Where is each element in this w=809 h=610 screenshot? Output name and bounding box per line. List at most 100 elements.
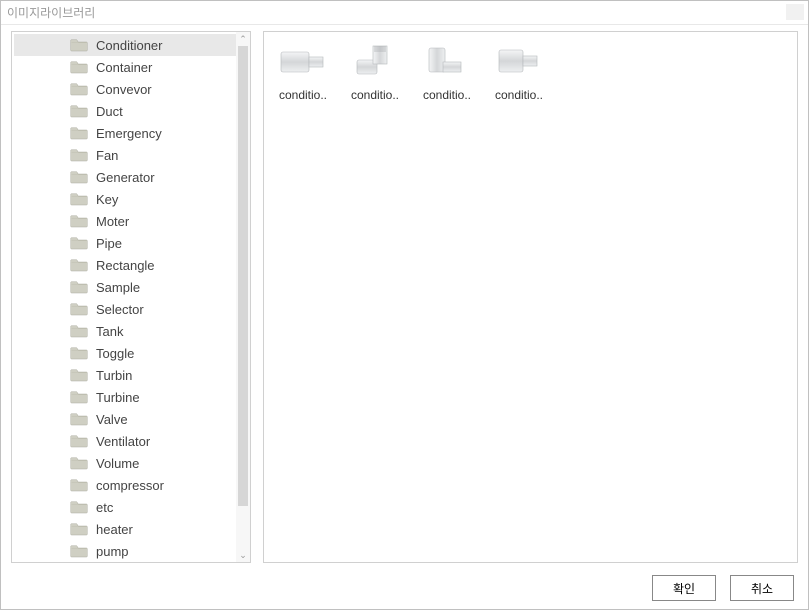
cancel-button[interactable]: 취소 [730, 575, 794, 601]
tree-item[interactable]: Selector [14, 298, 236, 320]
tree-item-label: Ventilator [96, 434, 150, 449]
folder-icon [70, 280, 88, 294]
scroll-up-arrow-icon[interactable]: ⌃ [236, 32, 250, 46]
tree-item-label: Moter [96, 214, 129, 229]
tree-item-label: Conditioner [96, 38, 163, 53]
tree-item[interactable]: Ventilator [14, 430, 236, 452]
tree-item[interactable]: Moter [14, 210, 236, 232]
tree-item-label: Container [96, 60, 152, 75]
tree-item[interactable]: Toggle [14, 342, 236, 364]
folder-icon [70, 192, 88, 206]
tree-item-label: etc [96, 500, 113, 515]
thumbnail-item[interactable]: conditio.. [272, 42, 334, 102]
tree-item[interactable]: Conditioner [14, 34, 236, 56]
tree-item[interactable]: Key [14, 188, 236, 210]
folder-icon [70, 500, 88, 514]
thumbnail-item[interactable]: conditio.. [344, 42, 406, 102]
tree-item-label: Emergency [96, 126, 162, 141]
thumbnail-list: conditio.. conditio.. conditio.. conditio.. [272, 42, 789, 102]
folder-tree-list: Conditioner Container Convevor Duct Emergenc… [14, 34, 236, 560]
tree-item[interactable]: Rectangle [14, 254, 236, 276]
thumbnail-label: conditio.. [488, 88, 550, 102]
folder-icon [70, 544, 88, 558]
tree-item[interactable]: Emergency [14, 122, 236, 144]
folder-icon [70, 390, 88, 404]
folder-icon [70, 38, 88, 52]
tree-item-label: Rectangle [96, 258, 155, 273]
tree-item[interactable]: Tank [14, 320, 236, 342]
tree-item-label: Sample [96, 280, 140, 295]
folder-icon [70, 324, 88, 338]
folder-icon [70, 82, 88, 96]
folder-icon [70, 126, 88, 140]
scroll-down-arrow-icon[interactable]: ⌄ [236, 548, 250, 562]
thumbnail-label: conditio.. [344, 88, 406, 102]
tree-item-label: pump [96, 544, 129, 559]
tree-item-label: Tank [96, 324, 123, 339]
tree-item-label: Duct [96, 104, 123, 119]
folder-icon [70, 236, 88, 250]
folder-icon [70, 302, 88, 316]
thumbnail-label: conditio.. [416, 88, 478, 102]
tree-item-label: heater [96, 522, 133, 537]
folder-icon [70, 478, 88, 492]
tree-scrollbar[interactable]: ⌃ ⌄ [236, 32, 250, 562]
tree-item-label: compressor [96, 478, 164, 493]
conditioner-shape-icon [277, 42, 329, 82]
tree-item-label: Valve [96, 412, 128, 427]
folder-icon [70, 368, 88, 382]
tree-item[interactable]: Pipe [14, 232, 236, 254]
thumbnail-pane: conditio.. conditio.. conditio.. conditio.. [263, 31, 798, 563]
tree-item-label: Fan [96, 148, 118, 163]
tree-item-label: Turbine [96, 390, 140, 405]
folder-icon [70, 258, 88, 272]
tree-item-label: Pipe [96, 236, 122, 251]
image-library-dialog: 이미지라이브러리 Conditioner Container Convevor Duc… [0, 0, 809, 610]
thumbnail-item[interactable]: conditio.. [416, 42, 478, 102]
tree-item[interactable]: etc [14, 496, 236, 518]
thumbnail-label: conditio.. [272, 88, 334, 102]
folder-icon [70, 170, 88, 184]
button-bar: 확인 취소 [652, 575, 794, 601]
dialog-body: Conditioner Container Convevor Duct Emergenc… [11, 31, 798, 563]
window-title: 이미지라이브러리 [7, 6, 95, 20]
tree-item[interactable]: Convevor [14, 78, 236, 100]
tree-item-label: Volume [96, 456, 139, 471]
tree-item[interactable]: Sample [14, 276, 236, 298]
tree-item[interactable]: Generator [14, 166, 236, 188]
folder-icon [70, 456, 88, 470]
thumbnail-item[interactable]: conditio.. [488, 42, 550, 102]
tree-item[interactable]: Turbine [14, 386, 236, 408]
tree-item[interactable]: Volume [14, 452, 236, 474]
folder-icon [70, 412, 88, 426]
tree-item[interactable]: heater [14, 518, 236, 540]
folder-icon [70, 104, 88, 118]
ok-button[interactable]: 확인 [652, 575, 716, 601]
folder-icon [70, 214, 88, 228]
tree-item[interactable]: Fan [14, 144, 236, 166]
folder-icon [70, 522, 88, 536]
folder-icon [70, 60, 88, 74]
folder-icon [70, 346, 88, 360]
close-button[interactable] [786, 4, 804, 20]
folder-tree-pane: Conditioner Container Convevor Duct Emergenc… [11, 31, 251, 563]
tree-item-label: Convevor [96, 82, 152, 97]
tree-item[interactable]: compressor [14, 474, 236, 496]
tree-item[interactable]: Duct [14, 100, 236, 122]
tree-item[interactable]: Valve [14, 408, 236, 430]
tree-item[interactable]: Turbin [14, 364, 236, 386]
conditioner-shape-icon [349, 42, 401, 82]
tree-item[interactable]: Container [14, 56, 236, 78]
tree-item-label: Turbin [96, 368, 132, 383]
folder-icon [70, 148, 88, 162]
tree-item[interactable]: pump [14, 540, 236, 560]
conditioner-shape-icon [421, 42, 473, 82]
folder-icon [70, 434, 88, 448]
conditioner-shape-icon [493, 42, 545, 82]
titlebar: 이미지라이브러리 [1, 1, 808, 25]
scroll-thumb[interactable] [238, 46, 248, 506]
tree-item-label: Generator [96, 170, 155, 185]
tree-item-label: Key [96, 192, 118, 207]
tree-item-label: Selector [96, 302, 144, 317]
tree-item-label: Toggle [96, 346, 134, 361]
